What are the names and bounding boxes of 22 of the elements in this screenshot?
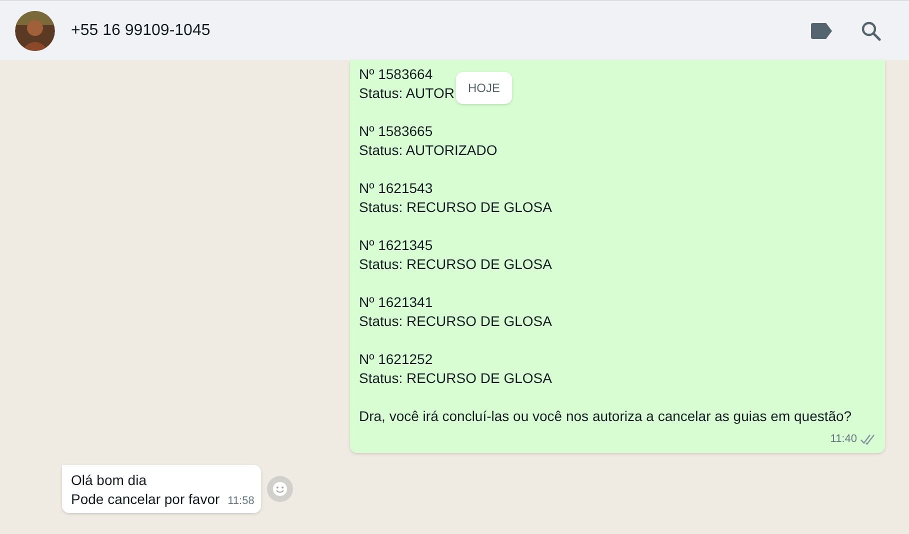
- label-icon[interactable]: [811, 22, 833, 38]
- message-time: 11:58: [228, 494, 254, 509]
- contact-name: +55 16 99109-1045: [71, 20, 210, 40]
- request-status: Status: RECURSO DE GLOSA: [359, 312, 552, 331]
- request-number: Nº 1621252: [359, 350, 433, 369]
- request-status: Status: AUTORIZADO: [359, 141, 498, 160]
- message-time: 11:40: [830, 432, 857, 447]
- request-status: Status: RECURSO DE GLOSA: [359, 369, 552, 388]
- request-number: Nº 1621345: [359, 236, 433, 255]
- message-text: Olá bom dia: [71, 471, 146, 490]
- request-number: Nº 1621341: [359, 293, 433, 312]
- avatar[interactable]: [15, 10, 55, 50]
- request-status: Status: RECURSO DE GLOSA: [359, 255, 552, 274]
- message-text: Dra, você irá concluí-las ou você nos autoriza a cancelar as guias em questão?: [359, 407, 852, 426]
- message-text: Pode cancelar por favor: [71, 490, 220, 509]
- request-number: Nº 1583665: [359, 122, 433, 141]
- date-badge: HOJE: [456, 72, 512, 104]
- request-number: Nº 1583664: [359, 65, 433, 84]
- search-icon[interactable]: [861, 20, 881, 40]
- request-status: Status: AUTOR: [359, 84, 454, 103]
- request-status: Status: RECURSO DE GLOSA: [359, 198, 552, 217]
- request-number: Nº 1621543: [359, 179, 433, 198]
